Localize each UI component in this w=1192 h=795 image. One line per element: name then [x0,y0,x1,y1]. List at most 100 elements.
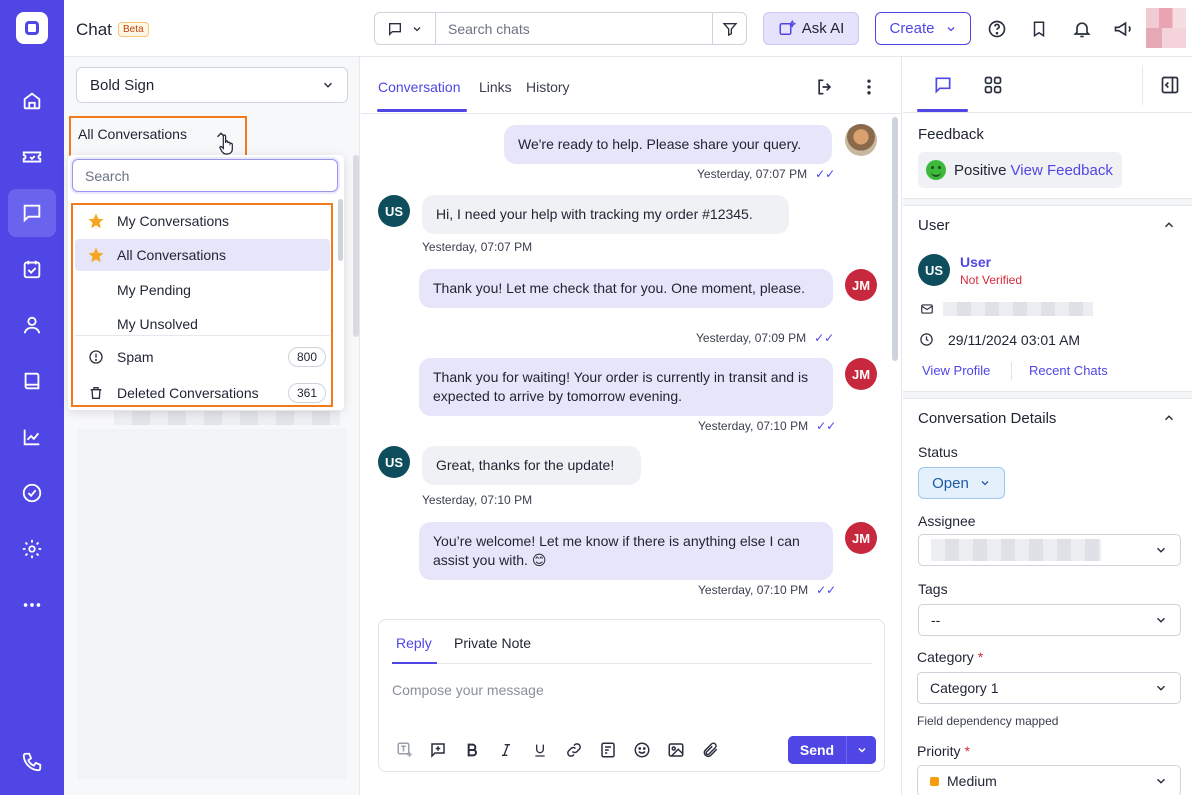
read-check-icon: ✓✓ [816,583,837,597]
underline-icon[interactable] [530,740,550,760]
tickets-icon[interactable] [8,133,56,181]
exit-icon[interactable] [815,77,835,97]
user-avatar: US [918,254,950,286]
message-timestamp: Yesterday, 07:07 PM ✓✓ [697,167,836,181]
tab-reply[interactable]: Reply [396,635,432,651]
send-button[interactable]: Send [788,736,876,764]
image-icon[interactable] [666,740,686,760]
chevron-up-icon[interactable] [1162,218,1176,232]
tab-chat-details-icon[interactable] [933,75,953,95]
view-selector[interactable]: All Conversations [69,116,247,159]
phone-icon[interactable] [8,738,56,786]
search-bar [374,12,747,45]
details-panel: Feedback Positive View Feedback User US … [903,57,1192,795]
category-dropdown[interactable]: Category 1 [917,672,1181,704]
more-icon[interactable] [8,581,56,629]
chat-scrollbar[interactable] [892,117,898,361]
view-profile-link[interactable]: View Profile [922,363,990,378]
priority-label: Priority * [917,743,970,759]
text-format-icon[interactable] [395,740,415,760]
hand-cursor-icon [219,134,233,155]
bold-icon[interactable] [462,740,482,760]
filter-icon[interactable] [712,13,746,44]
send-label: Send [799,742,835,758]
conversation-list-placeholder [78,429,346,779]
active-composer-tab-indicator [392,662,437,664]
message-bubble: Thank you! Let me check that for you. On… [419,269,833,308]
tab-private-note[interactable]: Private Note [454,635,531,651]
inbox-selector[interactable]: Bold Sign [76,67,348,103]
chevron-up-icon[interactable] [1162,411,1176,425]
details-tabs [903,57,1192,113]
deleted-count-badge: 361 [287,383,326,403]
assignee-dropdown[interactable] [918,534,1181,566]
ask-ai-label: Ask AI [801,20,845,37]
option-deleted-conversations[interactable]: Deleted Conversations 361 [75,377,330,409]
category-value: Category 1 [930,680,999,696]
send-options-chevron-icon[interactable] [847,744,876,756]
tasks-icon[interactable] [8,245,56,293]
tab-conversation[interactable]: Conversation [378,79,461,95]
dropdown-search-input[interactable] [72,159,338,192]
notification-bell-icon[interactable] [1070,17,1094,41]
help-icon[interactable] [985,17,1009,41]
emoji-icon[interactable] [632,740,652,760]
view-selected-label: All Conversations [78,126,187,142]
star-icon [88,213,104,229]
priority-dropdown[interactable]: Medium [917,765,1181,795]
recent-chats-link[interactable]: Recent Chats [1029,363,1108,378]
tab-history[interactable]: History [526,79,570,95]
message-timestamp: Yesterday, 07:07 PM [422,240,533,254]
dropdown-scrollbar[interactable] [338,199,343,261]
option-spam[interactable]: Spam 800 [75,341,330,373]
view-option-list: My Conversations All Conversations My Pe… [71,203,333,407]
italic-icon[interactable] [496,740,516,760]
composer-tab-divider [392,663,872,664]
analytics-icon[interactable] [8,413,56,461]
user-name-link[interactable]: User [960,254,991,270]
search-input[interactable] [436,20,712,37]
profile-avatar[interactable] [1146,8,1186,48]
ask-ai-button[interactable]: Ask AI [763,12,859,45]
create-button[interactable]: Create [875,12,971,45]
list-scrollbar[interactable] [353,155,359,337]
agent-avatar: JM [845,522,877,554]
article-insert-icon[interactable] [598,740,618,760]
trash-icon [90,387,102,399]
status-dropdown[interactable]: Open [918,467,1005,499]
collapse-panel-icon[interactable] [1160,75,1180,95]
ai-sparkle-icon [779,19,796,35]
knowledge-base-icon[interactable] [8,357,56,405]
view-feedback-link[interactable]: View Feedback [1011,162,1113,179]
settings-icon[interactable] [8,525,56,573]
more-vertical-icon[interactable] [859,77,879,97]
compose-message-input[interactable] [392,678,872,702]
tags-dropdown[interactable]: -- [918,604,1181,636]
search-type-selector[interactable] [375,13,436,44]
user-avatar: US [378,446,410,478]
approvals-icon[interactable] [8,469,56,517]
option-all-conversations[interactable]: All Conversations [75,239,330,271]
agent-avatar [845,124,877,156]
bookmark-icon[interactable] [1027,17,1051,41]
tab-links[interactable]: Links [479,79,512,95]
positive-smile-icon [926,160,946,180]
chat-icon[interactable] [8,189,56,237]
home-icon[interactable] [8,77,56,125]
feedback-section-title: Feedback [918,126,984,143]
option-my-conversations[interactable]: My Conversations [75,205,330,237]
option-my-pending[interactable]: My Pending [75,274,330,306]
create-label: Create [889,20,935,37]
link-icon[interactable] [564,740,584,760]
announcement-megaphone-icon[interactable] [1111,17,1135,41]
user-verification-status: Not Verified [960,273,1023,287]
canned-response-icon[interactable] [428,740,448,760]
tab-apps-grid-icon[interactable] [983,75,1003,95]
app-logo[interactable] [16,12,48,44]
chevron-down-icon [981,481,989,486]
read-check-icon: ✓✓ [814,331,835,345]
section-divider [903,391,1192,399]
contacts-icon[interactable] [8,301,56,349]
attachment-icon[interactable] [700,740,720,760]
clock-icon [920,333,933,346]
